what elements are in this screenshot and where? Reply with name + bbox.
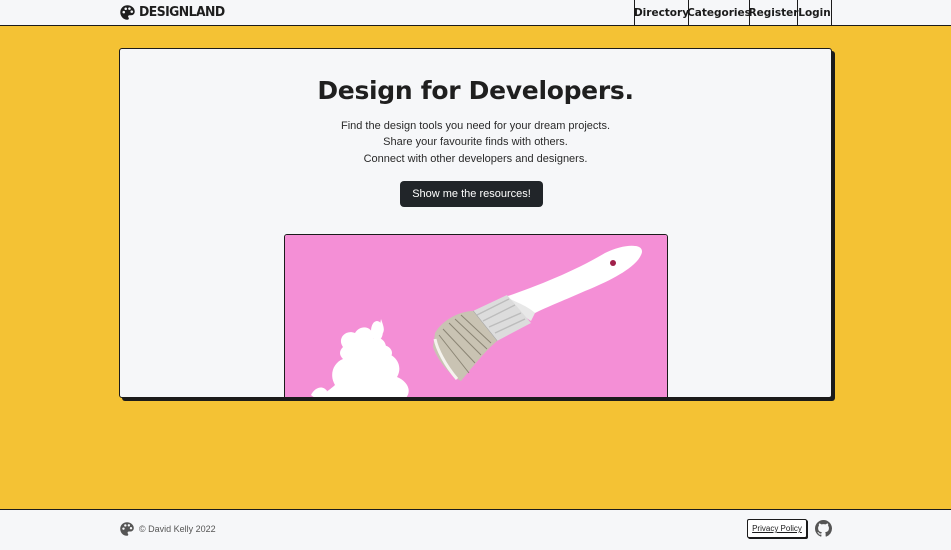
brand-name: DESIGNLAND	[139, 4, 225, 20]
nav-login[interactable]: Login	[797, 0, 832, 25]
copyright-text: © David Kelly 2022	[139, 524, 216, 534]
hero-text-line-3: Connect with other developers and design…	[363, 153, 588, 165]
hero-text-line-1: Find the design tools you need for your …	[340, 120, 611, 132]
hero-image-paintbrush	[284, 234, 668, 397]
palette-icon	[119, 521, 135, 537]
brand-logo-link[interactable]: DESIGNLAND	[119, 2, 232, 22]
main-nav: Directory Categories Register Login	[634, 0, 832, 25]
hero-text-line-2: Share your favourite finds with others.	[383, 136, 568, 148]
site-footer: © David Kelly 2022 Privacy Policy	[0, 509, 951, 550]
hero-card: Design for Developers. Find the design t…	[119, 48, 832, 398]
palette-icon	[119, 4, 136, 21]
page-title: Design for Developers.	[317, 76, 634, 105]
nav-directory[interactable]: Directory	[634, 0, 689, 25]
site-header: DESIGNLAND Directory Categories Register…	[0, 0, 951, 26]
github-icon[interactable]	[815, 520, 832, 537]
show-resources-button[interactable]: Show me the resources!	[400, 181, 543, 207]
nav-categories[interactable]: Categories	[687, 0, 751, 25]
footer-brand: © David Kelly 2022	[119, 520, 216, 538]
privacy-policy-button[interactable]: Privacy Policy	[747, 519, 807, 538]
nav-register[interactable]: Register	[749, 0, 798, 25]
